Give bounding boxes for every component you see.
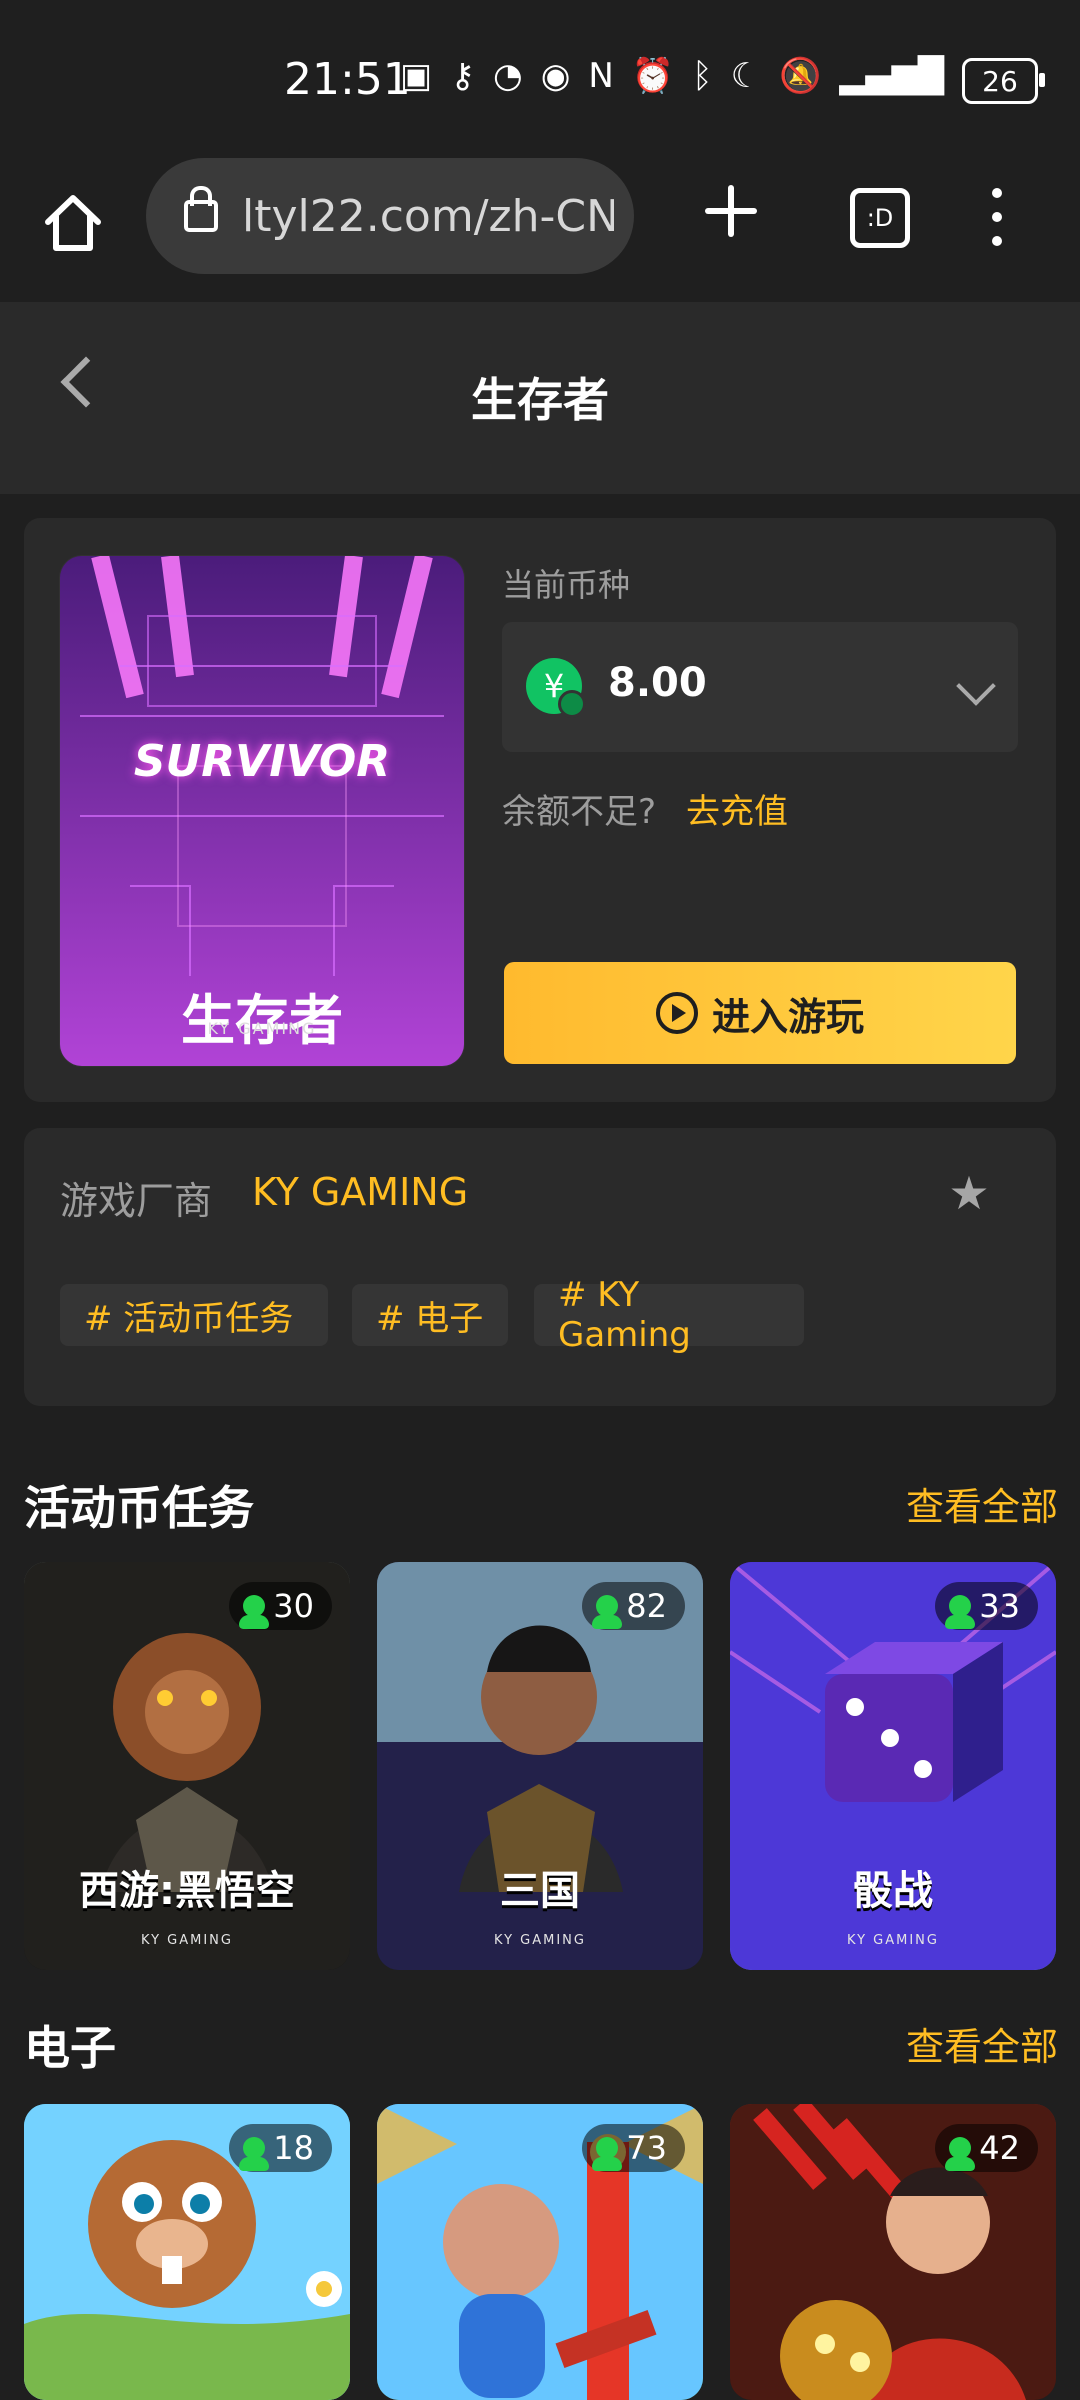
game-title: 三国 (500, 1868, 580, 1914)
cover-brand: KY GAMING (207, 1019, 317, 1038)
alarm-icon: ⏰ (631, 56, 675, 96)
lock-icon (184, 186, 218, 232)
status-bar: 21:51 ▣ ⚷ ◔ ◉ N ⏰ ᛒ ☾ 🔕 ▂▄▆█ 26 (0, 0, 1080, 140)
game-card-dice-battle[interactable]: 33 骰战 KY GAMING (730, 1562, 1056, 1970)
cover-title: SURVIVOR (133, 736, 391, 787)
more-menu-icon[interactable] (988, 188, 1004, 248)
online-players-badge: 33 (935, 1582, 1038, 1630)
address-bar[interactable]: ltyl22.com/zh-CN (146, 158, 634, 274)
cover-subtitle: 生存者 (181, 989, 343, 1052)
game-card-hammer-strength[interactable]: 73 (377, 2104, 703, 2400)
game-card-three-kingdoms[interactable]: 82 三国 KY GAMING (377, 1562, 703, 1970)
online-players-badge: 42 (935, 2124, 1038, 2172)
game-brand: KY GAMING (141, 1933, 233, 1948)
currency-selector[interactable]: ¥ 8.00 (502, 622, 1018, 752)
recharge-link[interactable]: 去充值 (686, 784, 788, 833)
currency-label: 当前币种 (502, 566, 631, 604)
online-players-badge: 73 (582, 2124, 685, 2172)
game-card-beaver[interactable]: 18 (24, 2104, 350, 2400)
user-icon (945, 2137, 976, 2171)
game-title: 骰战 (853, 1868, 933, 1914)
view-all-activity-link[interactable]: 查看全部 (906, 1476, 1058, 1531)
tag-activity-coin-task[interactable]: # 活动币任务 (60, 1284, 328, 1346)
section-title-activity: 活动币任务 (24, 1481, 254, 1535)
notification-icon: ▣ (400, 56, 433, 96)
insufficient-balance-text: 余额不足? (502, 792, 657, 832)
vendor-label: 游戏厂商 (60, 1179, 213, 1223)
vendor-name[interactable]: KY GAMING (252, 1170, 468, 1214)
eye-icon: ◉ (540, 56, 571, 96)
user-icon (239, 1595, 270, 1629)
speed-icon: ◔ (493, 56, 523, 96)
favorite-star-icon[interactable]: ★ (944, 1168, 994, 1218)
game-card-fortune-god[interactable]: 42 (730, 2104, 1056, 2400)
user-icon (592, 1595, 623, 1629)
status-icons: ▣ ⚷ ◔ ◉ N ⏰ ᛒ ☾ 🔕 ▂▄▆█ (400, 56, 944, 96)
play-icon (655, 992, 698, 1034)
user-icon (239, 2137, 270, 2171)
muted-icon: 🔕 (779, 56, 822, 96)
new-tab-icon[interactable] (702, 182, 760, 240)
bluetooth-icon: ᛒ (692, 56, 713, 96)
tag-electronic[interactable]: # 电子 (352, 1284, 508, 1346)
game-title: 西游:黑悟空 (79, 1868, 295, 1914)
coin-icon: ¥ (526, 658, 586, 718)
section-title-electronic: 电子 (24, 2021, 116, 2075)
online-players-badge: 30 (229, 1582, 332, 1630)
balance-amount: 8.00 (608, 660, 707, 706)
page-header: 生存者 (0, 302, 1080, 494)
page-title: 生存者 (471, 373, 609, 427)
browser-toolbar: ltyl22.com/zh-CN :D (0, 140, 1080, 304)
game-brand: KY GAMING (847, 1933, 939, 1948)
game-card-black-wukong[interactable]: 30 西游:黑悟空 KY GAMING (24, 1562, 350, 1970)
game-brand: KY GAMING (494, 1933, 586, 1948)
chevron-down-icon (956, 666, 996, 706)
online-players-badge: 18 (229, 2124, 332, 2172)
key-icon: ⚷ (450, 56, 476, 96)
tabs-icon[interactable]: :D (850, 188, 910, 248)
enter-game-button[interactable]: 进入游玩 (504, 962, 1016, 1064)
enter-game-label: 进入游玩 (711, 994, 864, 1039)
moon-icon: ☾ (730, 56, 762, 96)
signal-icon: ▂▄▆█ (839, 56, 944, 96)
game-cover: SURVIVOR 生存者 KY GAMING (60, 556, 464, 1066)
battery-indicator: 26 (962, 58, 1045, 104)
online-players-badge: 82 (582, 1582, 685, 1630)
view-all-electronic-link[interactable]: 查看全部 (906, 2016, 1058, 2071)
home-icon[interactable] (38, 188, 108, 258)
user-icon (592, 2137, 623, 2171)
tag-ky-gaming[interactable]: # KY Gaming (534, 1275, 804, 1355)
nfc-icon: N (588, 56, 614, 96)
url-text: ltyl22.com/zh-CN (242, 190, 614, 242)
user-icon (945, 1595, 976, 1629)
status-time: 21:51 (284, 54, 411, 105)
